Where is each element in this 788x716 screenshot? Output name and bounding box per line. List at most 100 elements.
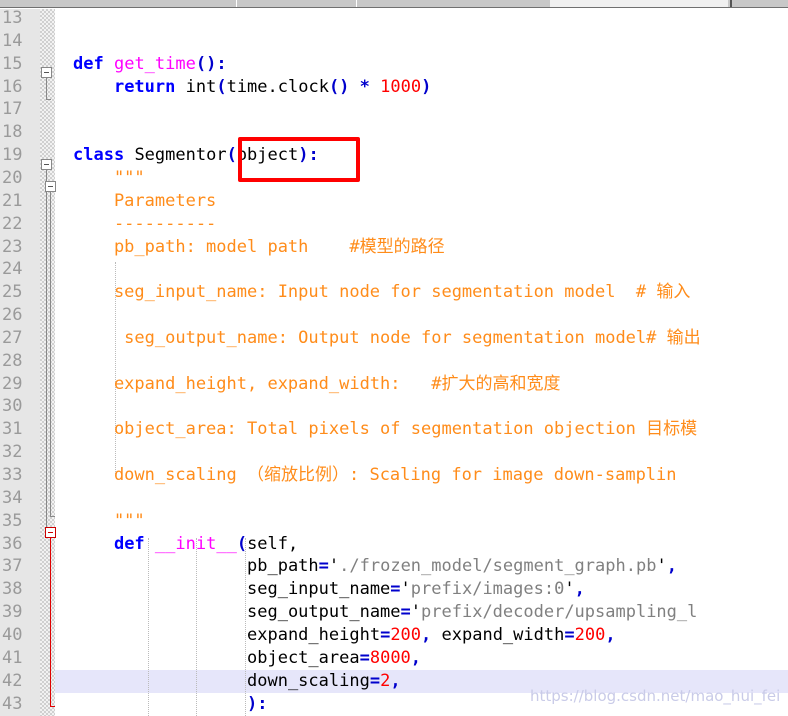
code-token: : — [216, 53, 227, 74]
code-token: : — [257, 693, 268, 714]
line-number: 35 — [2, 510, 23, 531]
fold-bracket-line-15 — [46, 78, 47, 99]
code-token: ) — [421, 76, 432, 97]
line-number: 24 — [2, 259, 23, 280]
top-status-strip — [0, 0, 788, 8]
code-line-29[interactable]: expand_height, expand_width: #扩大的高和宽度 — [73, 373, 561, 396]
line-number: 20 — [2, 167, 23, 188]
fold-bracket-line-20 — [50, 192, 51, 516]
code-editor-area[interactable]: 13 14 15 16 17 18 19 20 21 22 23 24 25 26 27 28 29 30 31 32… — [0, 9, 788, 716]
line-number: 25 — [2, 282, 23, 303]
code-token: = — [400, 602, 411, 623]
watermark-text: https://blog.csdn.net/mao_hui_fei — [530, 687, 781, 705]
code-token: Parameters — [73, 190, 217, 211]
code-token: ' — [656, 556, 667, 577]
code-token: = — [390, 579, 401, 600]
code-token: time.clock — [226, 76, 329, 97]
code-token: down_scaling （缩放比例）: Scaling for image d… — [73, 465, 677, 485]
fold-bracket-line-19 — [46, 170, 47, 530]
code-token: expand_height — [247, 624, 381, 645]
code-token: return — [113, 76, 176, 97]
code-line-16[interactable]: return int(time.clock() * 1000) — [73, 76, 431, 99]
code-line-15[interactable]: def get_time(): — [73, 53, 227, 76]
code-line-39[interactable]: seg_output_name='prefix/decoder/upsampli… — [73, 601, 697, 624]
code-line-36[interactable]: def __init__(self, — [73, 533, 298, 556]
code-token: ' — [328, 556, 340, 577]
code-token: down_scaling — [247, 670, 370, 691]
code-line-33[interactable]: down_scaling （缩放比例）: Scaling for image d… — [73, 464, 677, 487]
code-token: * — [359, 76, 370, 97]
code-line-23[interactable]: pb_path: model path #模型的路径 — [73, 236, 445, 259]
line-number: 16 — [2, 76, 23, 97]
code-token: , — [410, 647, 422, 668]
code-line-31[interactable]: object_area: Total pixels of segmentatio… — [73, 418, 697, 441]
code-line-43[interactable]: ): — [73, 693, 268, 716]
code-line-22[interactable]: ---------- — [73, 213, 216, 236]
code-line-42[interactable]: down_scaling=2, — [73, 670, 401, 693]
code-token: = — [564, 624, 575, 645]
fold-marker-line-19[interactable] — [41, 159, 52, 170]
code-line-25[interactable]: seg_input_name: Input node for segmentat… — [73, 281, 690, 304]
code-line-35[interactable]: """ — [73, 510, 145, 533]
code-token: , — [421, 624, 442, 645]
code-token: 2 — [380, 670, 391, 691]
code-token: __init__ — [154, 533, 237, 554]
code-token: 200 — [574, 624, 606, 645]
line-number: 27 — [2, 327, 23, 348]
line-number: 26 — [2, 305, 23, 326]
line-number: 28 — [2, 350, 23, 371]
code-token: object — [236, 145, 299, 166]
status-separator-1 — [236, 0, 237, 7]
code-token: seg_input_name: Input node for segmentat… — [73, 282, 691, 303]
code-token: = — [369, 670, 381, 691]
line-number: 43 — [2, 693, 23, 714]
code-token: ' — [564, 579, 575, 600]
code-line-38[interactable]: seg_input_name='prefix/images:0', — [73, 578, 585, 601]
code-token: () — [328, 76, 350, 97]
code-token: seg_output_name — [247, 602, 401, 623]
code-token: """ — [73, 510, 145, 531]
code-line-41[interactable]: object_area=8000, — [73, 647, 421, 670]
code-token: = — [359, 647, 370, 668]
fold-marker-column[interactable] — [55, 9, 73, 716]
line-number: 14 — [2, 30, 23, 51]
line-number: 36 — [2, 533, 23, 554]
code-line-19[interactable]: class Segmentor(object): — [73, 144, 319, 167]
fold-marker-line-36[interactable] — [45, 527, 56, 538]
code-token: 8000 — [369, 647, 411, 668]
fold-bracket-line-36 — [50, 538, 51, 706]
line-number: 23 — [2, 236, 23, 257]
fold-marker-line-15[interactable] — [41, 67, 52, 78]
line-number: 38 — [2, 579, 23, 600]
code-token: def — [113, 533, 145, 554]
line-number: 42 — [2, 670, 23, 691]
line-number: 39 — [2, 602, 23, 623]
code-token: self, — [247, 533, 299, 554]
code-token: expand_width — [441, 624, 565, 645]
line-number: 33 — [2, 465, 23, 485]
code-line-40[interactable]: expand_height=200, expand_width=200, — [73, 624, 616, 647]
line-number: 37 — [2, 556, 23, 577]
line-number: 34 — [2, 487, 23, 508]
line-number: 32 — [2, 442, 23, 463]
code-line-21[interactable]: Parameters — [73, 190, 216, 213]
code-line-37[interactable]: pb_path='./frozen_model/segment_graph.pb… — [73, 555, 677, 578]
code-line-20[interactable]: """ — [73, 167, 145, 190]
code-token: ( — [216, 76, 227, 97]
code-token: prefix/images:0 — [410, 579, 565, 600]
code-token: , — [390, 670, 401, 691]
fold-marker-line-20[interactable] — [45, 181, 56, 192]
line-number: 21 — [2, 190, 23, 211]
line-number: 31 — [2, 419, 23, 440]
code-token: ) — [247, 693, 258, 714]
code-line-27[interactable]: seg_output_name: Output node for segment… — [73, 327, 700, 350]
line-number: 29 — [2, 373, 23, 394]
